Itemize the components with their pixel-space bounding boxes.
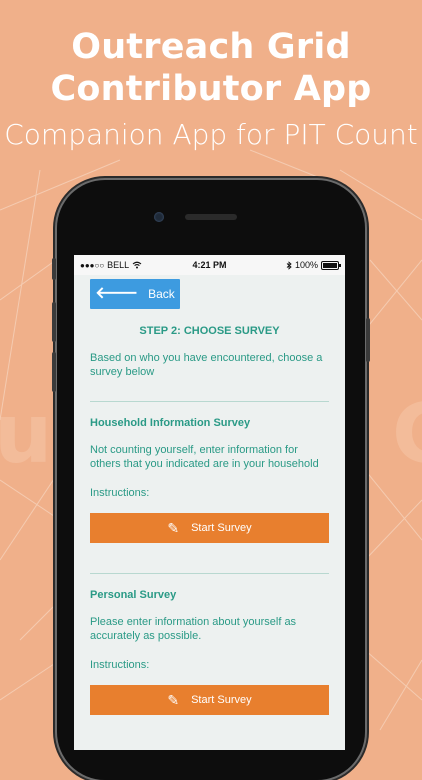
pencil-icon: ✎ <box>167 692 180 708</box>
app-screen: ●●●○○ BELL 4:21 PM 100% 🡐 Back STEP 2: C… <box>74 255 345 750</box>
mute-switch <box>52 258 56 280</box>
svg-text:C: C <box>392 387 422 482</box>
front-camera <box>154 212 164 222</box>
instructions-label: Instructions: <box>90 659 150 671</box>
signal-dots: ●●●○○ <box>80 260 105 270</box>
survey-section-personal: Personal Survey Please enter information… <box>90 589 329 715</box>
start-survey-label: Start Survey <box>191 522 252 534</box>
step-title: STEP 2: CHOOSE SURVEY <box>139 325 280 337</box>
survey-description: Please enter information about yourself … <box>90 616 297 642</box>
volume-down-button <box>52 352 56 392</box>
arrow-left-icon: 🡐 <box>95 285 139 302</box>
battery-icon <box>321 260 341 270</box>
wifi-icon <box>132 261 142 269</box>
promo-title-line1: Outreach Grid <box>71 27 351 67</box>
start-survey-button[interactable]: ✎ Start Survey <box>90 513 329 543</box>
section-divider <box>90 573 329 574</box>
survey-description: Not counting yourself, enter information… <box>90 444 319 470</box>
survey-section-household: Household Information Survey Not countin… <box>90 417 329 543</box>
earpiece-speaker <box>185 214 237 220</box>
start-survey-label: Start Survey <box>191 694 252 706</box>
promo-subtitle: Companion App for PIT Count <box>4 118 418 151</box>
back-button[interactable]: 🡐 Back <box>90 279 180 309</box>
status-bar: ●●●○○ BELL 4:21 PM 100% <box>74 255 345 275</box>
survey-title: Household Information Survey <box>90 417 251 429</box>
instructions-label: Instructions: <box>90 487 150 499</box>
promo-title: Outreach Grid Contributor App <box>0 26 422 110</box>
section-divider <box>90 401 329 402</box>
back-button-label: Back <box>148 287 175 301</box>
promo-title-line2: Contributor App <box>50 69 372 109</box>
survey-title: Personal Survey <box>90 589 177 601</box>
survey-content: 🡐 Back STEP 2: CHOOSE SURVEY Based on wh… <box>74 279 345 715</box>
pencil-icon: ✎ <box>167 520 180 536</box>
battery-percent: 100% <box>294 260 318 270</box>
bluetooth-icon <box>286 260 292 270</box>
power-button <box>366 318 370 362</box>
start-survey-button[interactable]: ✎ Start Survey <box>90 685 329 715</box>
volume-up-button <box>52 302 56 342</box>
carrier-name: BELL <box>107 260 130 270</box>
intro-text: Based on who you have encountered, choos… <box>90 352 323 378</box>
